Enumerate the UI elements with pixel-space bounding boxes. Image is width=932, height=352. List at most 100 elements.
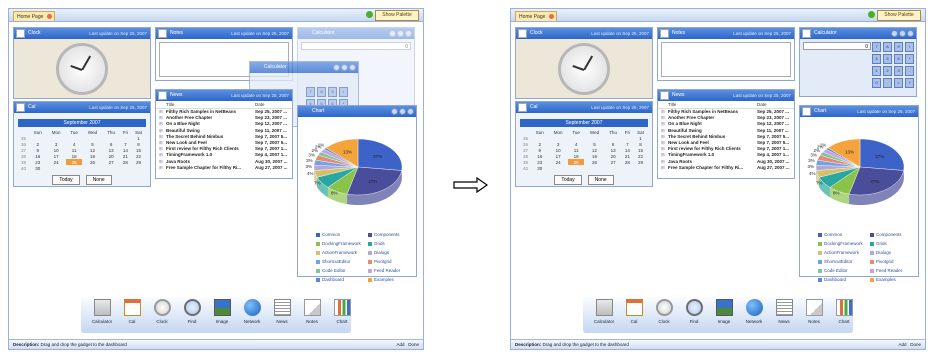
dock-item-network[interactable]: Network (237, 297, 267, 324)
calculator-icon (93, 299, 111, 316)
clock-icon (518, 29, 527, 38)
calc-key[interactable]: / (905, 42, 914, 52)
done-button[interactable]: Done (408, 342, 419, 347)
last-update: Last update on Sep 25, 2007 (857, 109, 915, 114)
cal-gadget[interactable]: Cal Last update on Sep 25, 2007 September… (515, 101, 653, 187)
clock-icon (153, 299, 171, 316)
calendar-grid[interactable]: Sun Mon Tue Wed Thu Fri Sat 35 1 36 2 3 4 5 6 7 8 37 9 10 11… (520, 129, 648, 171)
calc-key[interactable]: 7 (306, 87, 315, 97)
dock-item-notes[interactable]: Notes (297, 297, 327, 324)
calc-key[interactable]: 8 (883, 42, 892, 52)
dock-item-clock[interactable]: Clock (649, 297, 679, 324)
calc-key[interactable]: 7 (872, 42, 881, 52)
dashboard-after: Home Page Show Palette Clock Last update … (510, 8, 926, 350)
clock-face (56, 42, 108, 95)
calc-key[interactable]: - (905, 66, 914, 76)
news-row[interactable]: ⊞ Free Sample Chapter for Filthy Ri... Aug… (658, 165, 794, 171)
dock-item-image[interactable]: Image (709, 297, 739, 324)
calc-key[interactable]: 9 (328, 87, 337, 97)
calc-key[interactable]: 9 (894, 42, 903, 52)
add-button[interactable]: Add (898, 342, 906, 347)
news-gadget[interactable]: News Last update on Sep 25, 2007 Title Dat… (155, 89, 293, 179)
calc-key[interactable]: 4 (872, 54, 881, 64)
calendar-day[interactable]: 30 (531, 165, 549, 171)
globe-icon (745, 299, 763, 316)
calc-key[interactable]: 6 (894, 54, 903, 64)
gadget-title: Cal (530, 104, 538, 110)
calc-key[interactable]: 1 (872, 66, 881, 76)
add-button[interactable]: Add (396, 342, 404, 347)
notes-textarea[interactable] (661, 42, 791, 77)
calc-key[interactable]: 0 (872, 78, 881, 88)
dock-item-calculator[interactable]: Calculator (87, 297, 117, 324)
close-icon[interactable] (549, 14, 554, 19)
gadget-title: Calculator (814, 30, 837, 36)
dock-item-cal[interactable]: Cal (619, 297, 649, 324)
dock-item-news[interactable]: News (769, 297, 799, 324)
dock-item-cal[interactable]: Cal (117, 297, 147, 324)
calc-key[interactable]: 3 (894, 66, 903, 76)
cal-gadget[interactable]: Cal Last update on Sep 25, 2007 September… (13, 101, 151, 187)
refresh-icon[interactable] (868, 11, 875, 18)
calc-keypad[interactable]: 789/ 456* 123- 0.=+ (872, 42, 914, 88)
calendar-day[interactable]: 30 (29, 165, 47, 171)
today-button[interactable]: Today (554, 175, 582, 185)
legend-swatch (870, 232, 874, 237)
show-palette-button[interactable]: Show Palette (877, 10, 921, 21)
dock-item-calculator[interactable]: Calculator (589, 297, 619, 324)
dock-item-find[interactable]: Find (177, 297, 207, 324)
refresh-icon[interactable] (366, 11, 373, 18)
clock-gadget[interactable]: Clock Last update on Sep 25, 2007 (515, 27, 653, 99)
gadget-title: Notes (170, 30, 184, 36)
news-row[interactable]: ⊞ Free Sample Chapter for Filthy Ri... Aug… (156, 165, 292, 171)
news-gadget[interactable]: News Last update on Sep 25, 2007 Title Dat… (657, 89, 795, 179)
tab-label: Home Page (17, 14, 44, 20)
dock-item-label: Image (717, 319, 731, 324)
close-icon[interactable] (47, 14, 52, 19)
calc-key[interactable]: 5 (883, 54, 892, 64)
legend-item: Examples (368, 277, 420, 282)
dock-item-clock[interactable]: Clock (147, 297, 177, 324)
dock-item-chart[interactable]: Chart (829, 297, 859, 324)
news-list[interactable]: Title Date ⊞ Filthy Rich Samples in NetBean… (156, 101, 292, 178)
dock-item-news[interactable]: News (267, 297, 297, 324)
dock-item-image[interactable]: Image (207, 297, 237, 324)
calc-key[interactable]: 2 (883, 66, 892, 76)
calc-key[interactable]: 8 (317, 87, 326, 97)
calendar-day (120, 165, 132, 171)
dock-item-notes[interactable]: Notes (799, 297, 829, 324)
calc-key[interactable]: . (883, 78, 892, 88)
notes-gadget[interactable]: Notes Last update on Sep 25, 2007 (657, 27, 795, 81)
calendar-day (47, 165, 66, 171)
none-button[interactable]: None (587, 175, 614, 185)
clock-gadget[interactable]: Clock Last update on Sep 25, 2007 (13, 27, 151, 99)
news-list[interactable]: Title Date ⊞ Filthy Rich Samples in NetBean… (658, 101, 794, 178)
calc-display: 0 (301, 42, 411, 50)
calculator-gadget[interactable]: Calculator 0 7 8 9/ 4 5 6 * 1 2 3- 0. = + (799, 27, 917, 97)
calc-key[interactable]: + (905, 78, 914, 88)
chart-gadget[interactable]: Chart 27% 27% 8% 7% 4% 3% 3% 3% 2% 2% 1% 13% Common… (297, 105, 417, 282)
slice-label: 3% (808, 158, 815, 163)
legend-swatch (316, 277, 320, 282)
tab-home-page[interactable]: Home Page (515, 11, 557, 21)
tab-home-page[interactable]: Home Page (13, 11, 55, 21)
show-palette-button[interactable]: Show Palette (375, 10, 419, 21)
legend-swatch (818, 277, 822, 282)
today-button[interactable]: Today (52, 175, 80, 185)
column-date: Date (255, 102, 265, 107)
dock-item-network[interactable]: Network (739, 297, 769, 324)
tab-bar: Home Page Show Palette (9, 9, 423, 22)
chart-gadget[interactable]: Chart Last update on Sep 25, 2007 27% 27% 8… (799, 105, 919, 282)
calc-key[interactable]: = (894, 78, 903, 88)
done-button[interactable]: Done (910, 342, 921, 347)
legend-label: DockingFramework (322, 241, 361, 246)
column-header (159, 102, 166, 107)
dock-item-find[interactable]: Find (679, 297, 709, 324)
dock-item-chart[interactable]: Chart (327, 297, 357, 324)
magnifier-icon (685, 299, 703, 316)
dock-item-label: Clock (658, 319, 670, 324)
calc-key[interactable]: * (905, 54, 914, 64)
calendar-grid[interactable]: Sun Mon Tue Wed Thu Fri Sat 35 1 36 2 3 4 5 6 7 8 37 9 10 11… (18, 129, 146, 171)
calc-key[interactable]: / (339, 87, 348, 97)
none-button[interactable]: None (85, 175, 112, 185)
